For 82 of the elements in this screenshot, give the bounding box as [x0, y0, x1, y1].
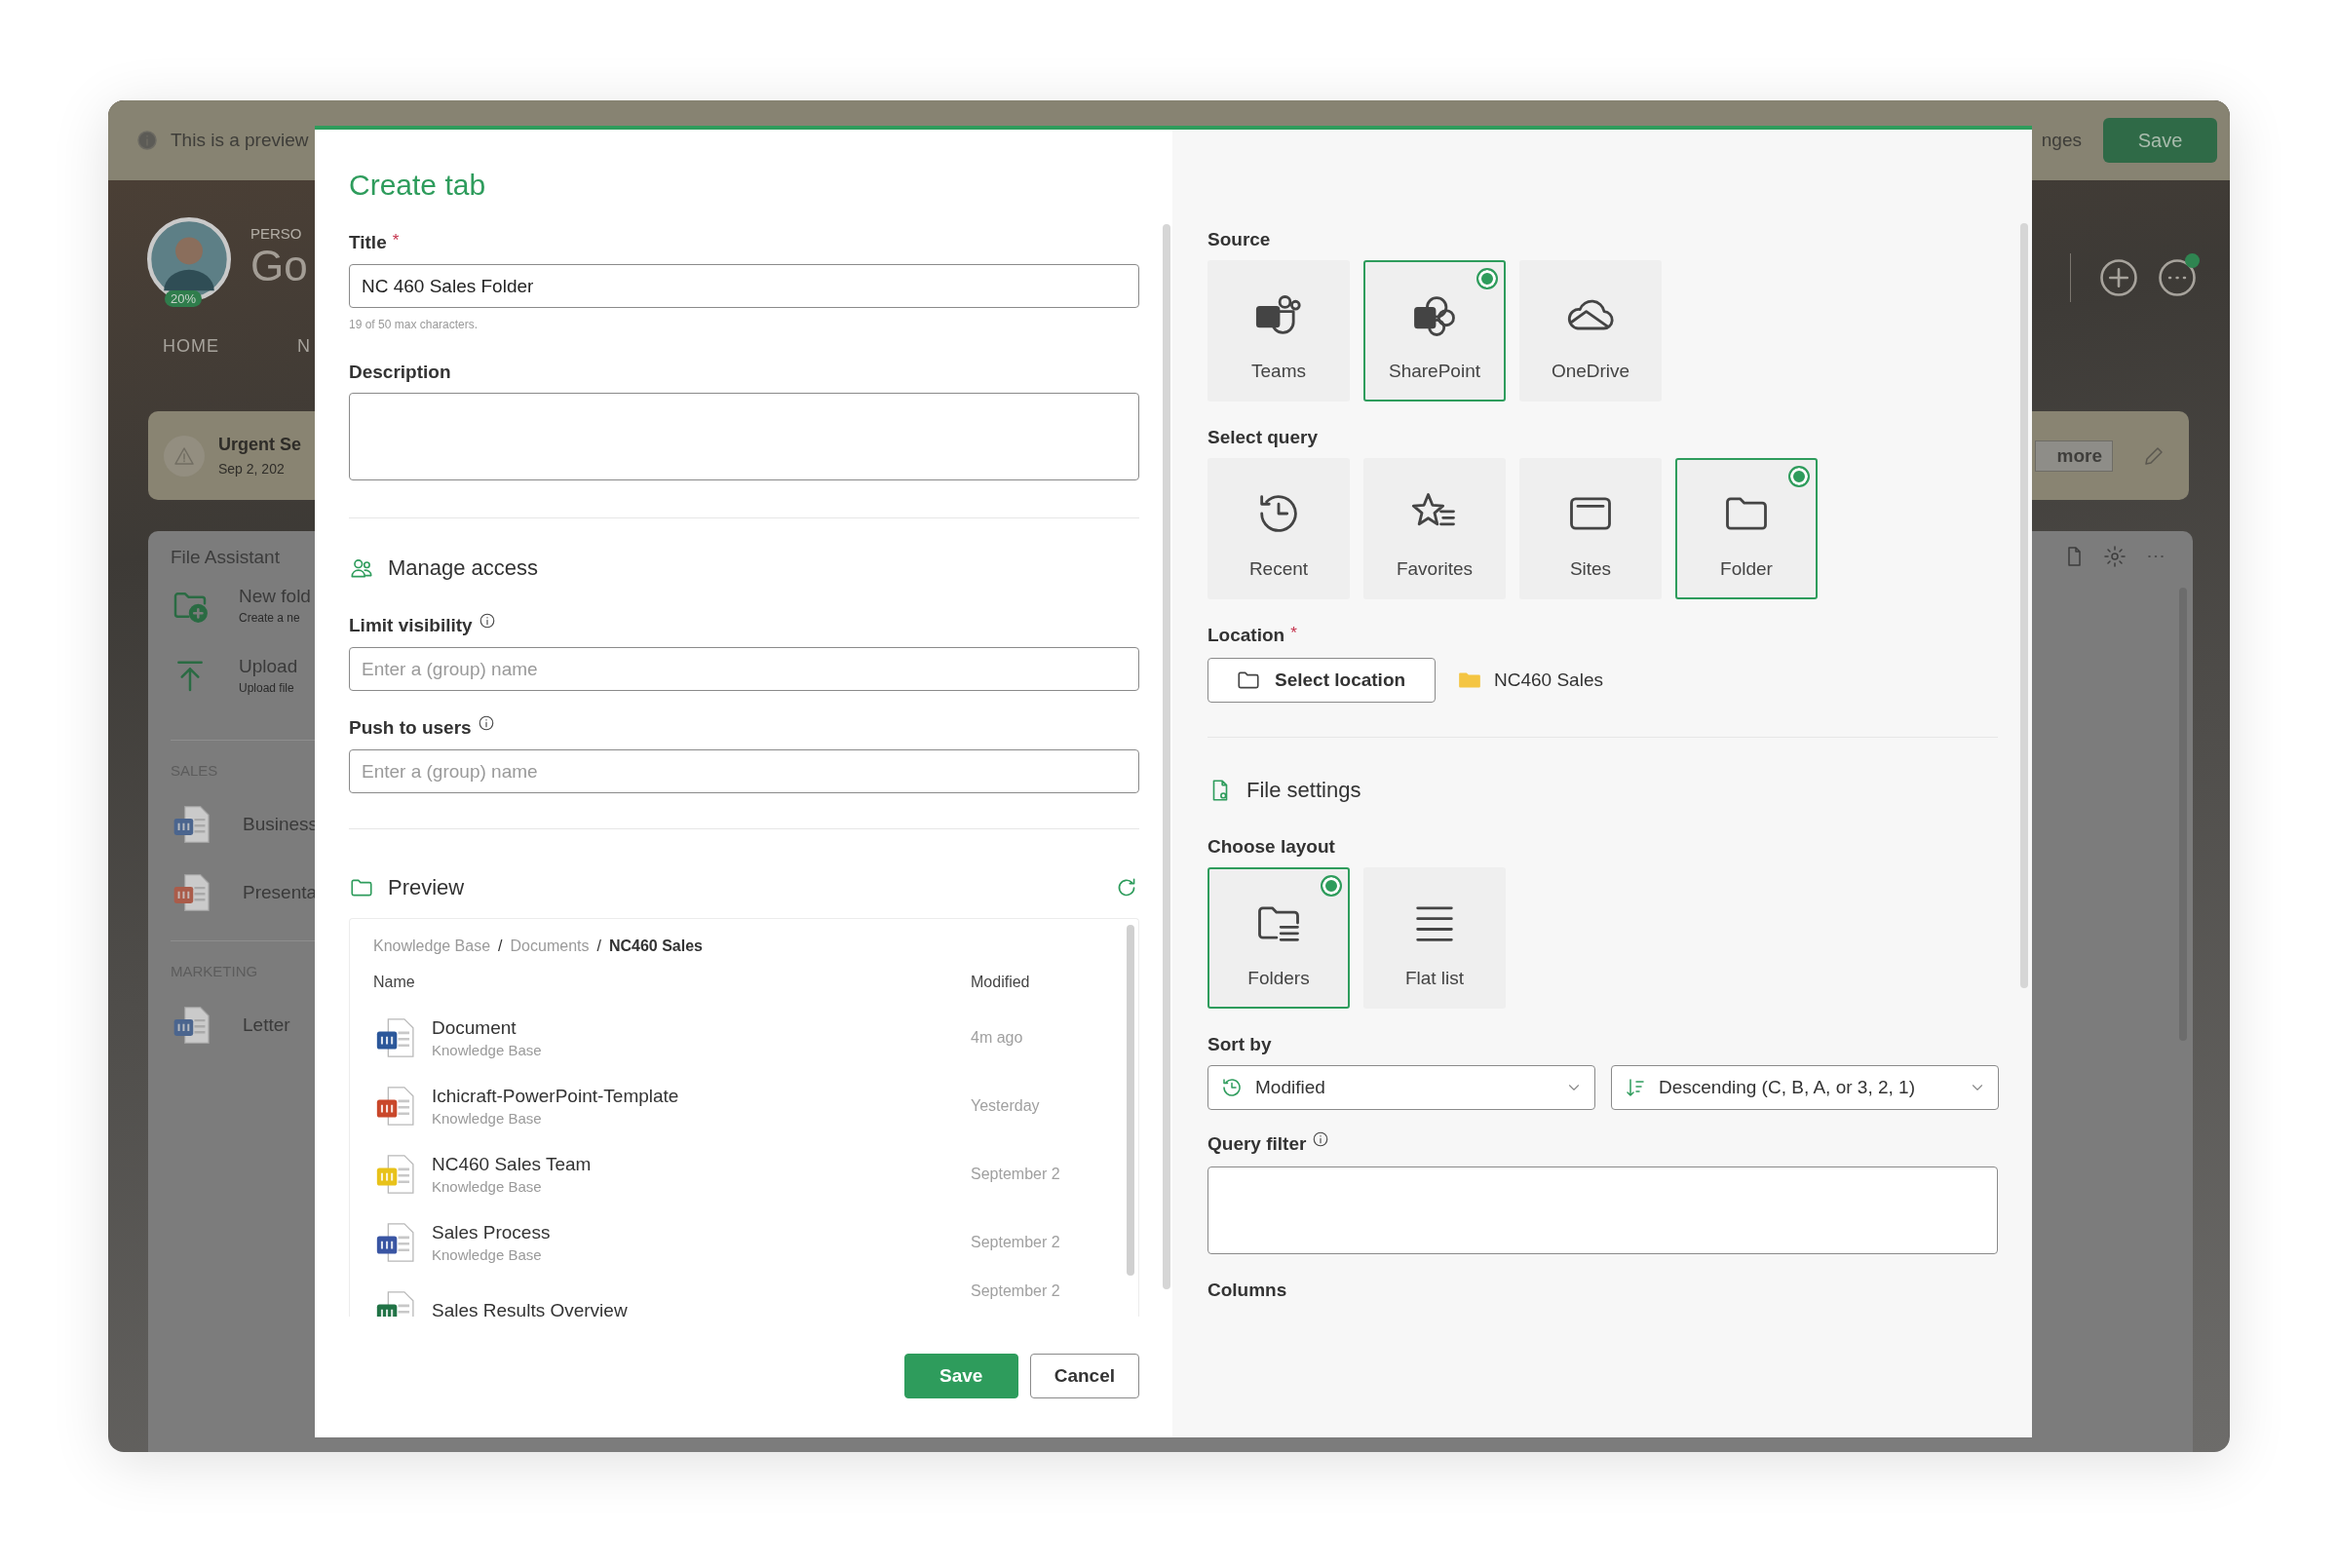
required-mark: *: [392, 231, 400, 250]
column-header: Modified: [971, 974, 1031, 991]
dialog-title: Create tab: [349, 169, 486, 202]
file-location: Knowledge Base: [432, 1110, 543, 1127]
field-label: Columns: [1207, 1279, 1287, 1302]
description-field[interactable]: [349, 393, 1139, 480]
location-value: NC460 Sales: [1494, 669, 1603, 691]
info-icon[interactable]: [478, 612, 496, 630]
file-name[interactable]: NC460 Sales Team: [432, 1154, 592, 1175]
radio-icon: [1321, 875, 1342, 897]
file-name[interactable]: Document: [432, 1017, 542, 1039]
file-name[interactable]: Sales Process: [432, 1222, 551, 1243]
nav-link[interactable]: N: [297, 336, 311, 357]
info-icon[interactable]: [477, 714, 495, 732]
sort-order-dropdown[interactable]: Descending (C, B, A, or 3, 2, 1): [1611, 1065, 1999, 1110]
breadcrumb-item: NC460 Sales: [608, 937, 703, 956]
warning-icon: [164, 435, 205, 477]
query-option[interactable]: Recent: [1207, 458, 1350, 599]
section-heading: File settings: [1246, 778, 1361, 803]
radio-icon: [1476, 268, 1498, 289]
settings-icon[interactable]: [2103, 545, 2127, 568]
action-subtitle: Upload file: [239, 681, 295, 695]
action-subtitle: Create a ne: [239, 611, 301, 625]
profile-name: Go: [250, 242, 308, 290]
more-icon[interactable]: [2157, 257, 2198, 298]
nav-link[interactable]: HOME: [163, 336, 219, 357]
source-option[interactable]: Teams: [1207, 260, 1350, 402]
required-mark: *: [1290, 624, 1297, 643]
sort-icon: [1624, 1076, 1647, 1099]
alert-title: Urgent Se: [218, 435, 302, 455]
panel-title: File Assistant: [171, 547, 280, 567]
section-heading: Manage access: [388, 555, 539, 581]
field-label: Location: [1207, 624, 1285, 647]
info-icon[interactable]: [1312, 1130, 1330, 1148]
cancel-button[interactable]: Cancel: [1029, 1354, 1139, 1398]
field-label: Push to users: [349, 716, 472, 740]
column-header: Name: [373, 974, 416, 991]
banner-text: nges: [2041, 130, 2082, 151]
file-location: Knowledge Base: [432, 1178, 543, 1195]
modified-date: 4m ago: [971, 1029, 1024, 1047]
file-location: Knowledge Base: [432, 1246, 543, 1263]
source-option[interactable]: SharePoint: [1363, 260, 1506, 402]
field-label: Source: [1207, 228, 1271, 251]
layout-option[interactable]: Flat list: [1363, 867, 1506, 1009]
field-label: Query filter: [1207, 1132, 1307, 1156]
title-field[interactable]: NC 460 Sales Folder: [349, 264, 1139, 308]
section-heading: Preview: [388, 875, 465, 900]
modified-date: September 2: [971, 1282, 1061, 1300]
history-icon: [1220, 1076, 1244, 1099]
modified-date: Yesterday: [971, 1097, 1041, 1115]
profile-label: PERSO: [250, 225, 303, 242]
breadcrumb-separator: /: [596, 937, 601, 956]
file-name[interactable]: Sales Results Overview: [432, 1300, 628, 1317]
source-option[interactable]: OneDrive: [1519, 260, 1662, 402]
progress-badge: 20%: [165, 290, 203, 307]
sort-field-dropdown[interactable]: Modified: [1207, 1065, 1595, 1110]
modified-date: September 2: [971, 1166, 1061, 1183]
group-name-field[interactable]: Enter a (group) name: [349, 749, 1139, 793]
notification-dot: [2185, 253, 2200, 268]
alert-date: Sep 2, 202: [218, 461, 286, 477]
field-label: Choose layout: [1207, 835, 1335, 859]
field-label: Description: [349, 361, 451, 384]
info-icon: [135, 129, 159, 152]
group-name-field[interactable]: Enter a (group) name: [349, 647, 1139, 691]
character-count: 19 of 50 max characters.: [349, 318, 479, 331]
banner-text: This is a preview: [171, 130, 309, 151]
query-option[interactable]: Folder: [1675, 458, 1818, 599]
field-label: Sort by: [1207, 1033, 1272, 1056]
query-option[interactable]: Favorites: [1363, 458, 1506, 599]
radio-icon: [1788, 466, 1810, 487]
select-location-button[interactable]: Select location: [1207, 658, 1436, 703]
query-option[interactable]: Sites: [1519, 458, 1662, 599]
query-filter-field[interactable]: [1207, 1166, 1998, 1254]
field-label: Limit visibility: [349, 614, 473, 637]
add-icon[interactable]: [2098, 257, 2139, 298]
field-label: Title: [349, 231, 387, 254]
breadcrumb-separator: /: [498, 937, 503, 956]
modified-date: September 2: [971, 1234, 1061, 1251]
file-name[interactable]: Ichicraft-PowerPoint-Template: [432, 1086, 679, 1107]
layout-option[interactable]: Folders: [1207, 867, 1350, 1009]
field-label: Select query: [1207, 426, 1318, 449]
file-location: Knowledge Base: [432, 1042, 542, 1058]
